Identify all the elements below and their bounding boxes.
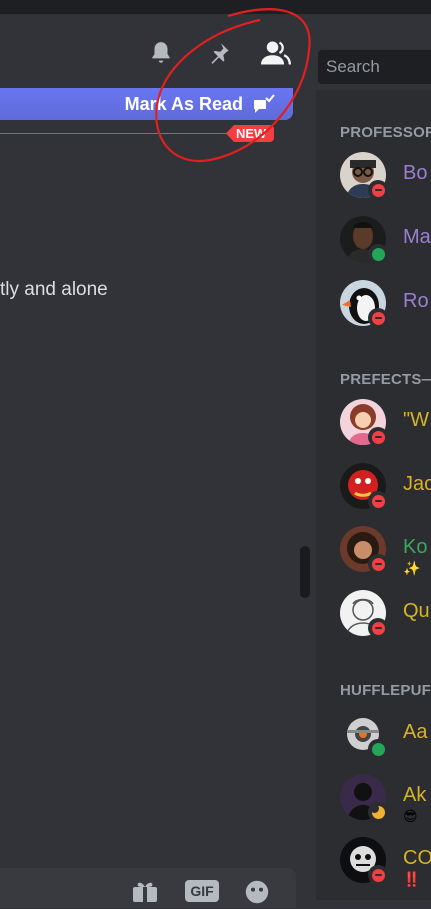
member-name: Qu [403, 600, 430, 622]
status-online-icon [368, 244, 388, 264]
status-dnd-icon [368, 554, 388, 574]
member-item[interactable]: "W [340, 399, 431, 447]
member-section-header: HUFFLEPUFF [340, 682, 431, 699]
member-item[interactable]: Ak 😎 [340, 774, 431, 824]
chat-area [0, 140, 310, 860]
member-name: Ro [403, 290, 429, 312]
mark-read-icon [253, 94, 275, 119]
bell-icon[interactable] [146, 38, 176, 68]
gif-label: GIF [185, 880, 219, 902]
gift-icon[interactable] [131, 880, 159, 907]
status-idle-icon [368, 802, 388, 822]
member-name: Aa [403, 721, 428, 743]
window-top-strip [0, 0, 431, 14]
chat-scrollbar[interactable] [300, 546, 310, 598]
channel-header: Search [0, 14, 431, 90]
member-section-header: PREFECTS— [340, 371, 431, 388]
new-messages-divider [0, 133, 240, 134]
member-status-emoji: 😎 [403, 808, 418, 824]
member-item[interactable]: Jac [340, 463, 431, 511]
mark-as-read-button[interactable]: Mark As Read [0, 88, 293, 120]
member-name: Jac [403, 473, 431, 495]
member-item[interactable]: Ko ✨ [340, 526, 431, 576]
member-name: Ko [403, 536, 428, 558]
emoji-icon[interactable] [242, 880, 272, 909]
status-dnd-icon [368, 308, 388, 328]
status-dnd-icon [368, 618, 388, 638]
status-dnd-icon [368, 865, 388, 885]
member-name: Ma [403, 226, 431, 248]
member-item[interactable]: Ma [340, 216, 431, 264]
search-input[interactable]: Search [318, 50, 431, 84]
status-online-icon [368, 739, 388, 759]
member-section-header: PROFESSOR [340, 124, 431, 141]
member-status-emoji: ✨ [403, 560, 421, 576]
gif-button[interactable]: GIF [185, 880, 219, 902]
status-dnd-icon [368, 427, 388, 447]
pin-icon[interactable] [204, 38, 234, 68]
member-item[interactable]: Ro [340, 280, 431, 328]
member-item[interactable]: CO ‼️ [340, 837, 431, 887]
member-status-emoji: ‼️ [403, 871, 421, 887]
member-name: "W [403, 409, 429, 431]
member-name: CO [403, 847, 431, 869]
mark-as-read-label: Mark As Read [124, 93, 243, 114]
status-dnd-icon [368, 180, 388, 200]
member-item[interactable]: Aa [340, 711, 431, 759]
member-item[interactable]: Qu [340, 590, 431, 638]
members-icon[interactable] [261, 38, 291, 68]
member-name: Bo [403, 162, 428, 184]
status-dnd-icon [368, 491, 388, 511]
member-name: Ak [403, 784, 427, 806]
member-item[interactable]: Bo [340, 152, 431, 200]
message-text: tly and alone [0, 279, 108, 300]
